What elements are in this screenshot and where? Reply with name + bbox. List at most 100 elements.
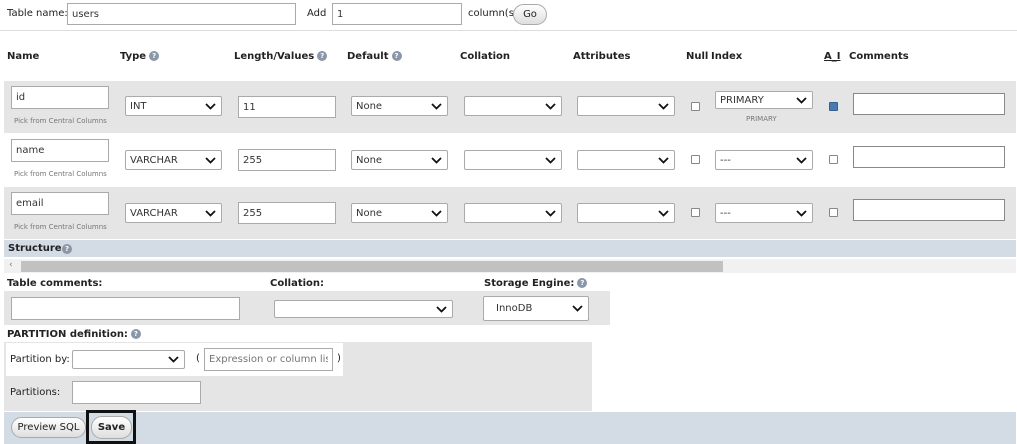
header-null: Null	[686, 51, 709, 62]
type-select[interactable]: INT	[125, 96, 222, 116]
length-input[interactable]	[238, 96, 336, 118]
collation-select[interactable]	[464, 150, 562, 170]
partition-definition-text: PARTITION definition:	[7, 329, 128, 340]
chevron-down-icon	[203, 153, 217, 167]
default-value: None	[356, 100, 383, 112]
chevron-down-icon	[166, 353, 180, 367]
storage-engine-select[interactable]: InnoDB	[483, 296, 589, 321]
type-value: VARCHAR	[130, 154, 178, 166]
default-value: None	[356, 207, 383, 219]
length-input[interactable]	[238, 202, 336, 224]
table-collation-select[interactable]	[274, 300, 453, 318]
ai-checkbox[interactable]	[829, 102, 838, 111]
column-name-input[interactable]	[11, 192, 109, 215]
default-select[interactable]: None	[351, 150, 448, 170]
help-icon[interactable]: ?	[62, 244, 72, 254]
attributes-select[interactable]	[577, 150, 675, 170]
chevron-down-icon	[429, 153, 443, 167]
header-type-label: Type	[120, 51, 147, 62]
null-checkbox[interactable]	[691, 102, 700, 111]
header-comments: Comments	[849, 51, 909, 62]
table-name-label: Table name:	[7, 8, 68, 19]
ai-checkbox[interactable]	[829, 155, 838, 164]
storage-engine-value: InnoDB	[496, 303, 533, 314]
collation-select[interactable]	[464, 203, 562, 223]
pick-central-columns-link[interactable]: Pick from Central Columns	[14, 117, 107, 125]
header-index: Index	[711, 51, 743, 62]
index-sub-label: PRIMARY	[746, 115, 777, 123]
partition-by-select[interactable]	[72, 350, 185, 369]
chevron-down-icon	[429, 206, 443, 220]
pick-central-columns-link[interactable]: Pick from Central Columns	[14, 223, 107, 231]
scroll-left-icon[interactable]: ‹	[9, 260, 13, 270]
partition-expression-input[interactable]	[204, 348, 333, 371]
default-value: None	[356, 154, 383, 166]
null-checkbox[interactable]	[691, 155, 700, 164]
partitions-label: Partitions:	[10, 387, 61, 398]
type-select[interactable]: VARCHAR	[125, 150, 222, 170]
columns-label: column(s)	[468, 8, 518, 19]
header-default: Default?	[347, 51, 402, 62]
open-paren: (	[196, 353, 200, 364]
pick-central-columns-link[interactable]: Pick from Central Columns	[14, 170, 107, 178]
comments-textarea[interactable]	[853, 93, 1005, 115]
chevron-down-icon	[656, 153, 670, 167]
header-length-label: Length/Values	[234, 51, 315, 62]
comments-textarea[interactable]	[853, 146, 1005, 168]
ai-checkbox[interactable]	[829, 208, 838, 217]
comments-textarea[interactable]	[853, 199, 1005, 221]
chevron-down-icon	[656, 99, 670, 113]
chevron-down-icon	[543, 99, 557, 113]
chevron-down-icon	[543, 206, 557, 220]
null-checkbox[interactable]	[691, 208, 700, 217]
storage-engine-label: Storage Engine:?	[484, 278, 588, 289]
attributes-select[interactable]	[577, 203, 675, 223]
chevron-down-icon	[570, 302, 584, 316]
chevron-down-icon	[794, 206, 808, 220]
help-icon[interactable]: ?	[149, 51, 160, 61]
partition-by-label: Partition by:	[10, 354, 70, 365]
default-select[interactable]: None	[351, 203, 448, 223]
index-value: ---	[720, 207, 731, 219]
table-name-input[interactable]	[67, 3, 296, 25]
type-value: INT	[130, 100, 147, 112]
column-name-input[interactable]	[11, 139, 109, 162]
go-button[interactable]: Go	[513, 4, 547, 25]
index-select[interactable]: ---	[715, 203, 813, 223]
structure-bar	[4, 240, 1016, 257]
table-comments-input[interactable]	[11, 297, 240, 320]
index-select[interactable]: PRIMARY	[715, 91, 813, 109]
chevron-down-icon	[794, 93, 808, 107]
header-name: Name	[7, 51, 40, 62]
chevron-down-icon	[434, 302, 448, 316]
help-icon[interactable]: ?	[130, 329, 141, 339]
attributes-select[interactable]	[577, 96, 675, 116]
table-comments-label: Table comments:	[7, 278, 103, 289]
type-value: VARCHAR	[130, 207, 178, 219]
table-collation-label: Collation:	[270, 278, 325, 289]
header-attributes: Attributes	[573, 51, 631, 62]
add-columns-input[interactable]	[332, 3, 462, 25]
partitions-input[interactable]	[72, 381, 201, 404]
structure-label: Structure	[8, 243, 62, 254]
help-icon[interactable]: ?	[391, 51, 402, 61]
length-input[interactable]	[238, 149, 336, 171]
index-select[interactable]: ---	[715, 150, 813, 170]
scrollbar-thumb[interactable]	[21, 261, 723, 272]
storage-engine-text: Storage Engine:	[484, 278, 575, 289]
header-type: Type?	[120, 51, 160, 62]
column-name-input[interactable]	[11, 86, 109, 109]
default-select[interactable]: None	[351, 96, 448, 116]
preview-sql-button[interactable]: Preview SQL	[11, 417, 86, 438]
help-icon[interactable]: ?	[317, 51, 328, 61]
index-value: PRIMARY	[720, 94, 764, 106]
type-select[interactable]: VARCHAR	[125, 203, 222, 223]
help-icon[interactable]: ?	[577, 278, 588, 288]
header-length: Length/Values?	[234, 51, 328, 62]
chevron-down-icon	[794, 153, 808, 167]
header-default-label: Default	[347, 51, 389, 62]
collation-select[interactable]	[464, 96, 562, 116]
save-button[interactable]: Save	[91, 416, 132, 439]
header-collation: Collation	[460, 51, 511, 62]
index-value: ---	[720, 154, 731, 166]
